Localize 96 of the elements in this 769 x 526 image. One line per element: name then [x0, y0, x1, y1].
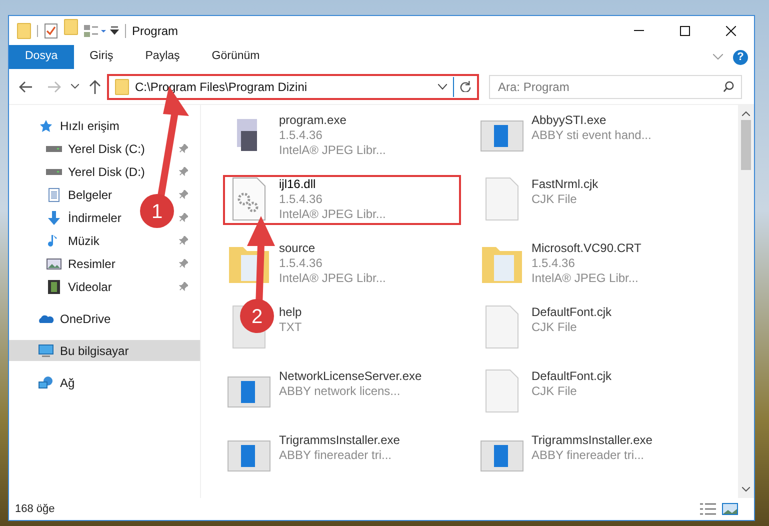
file-detail: ABBY finereader tri...	[532, 448, 645, 463]
file-name[interactable]: source	[279, 241, 386, 256]
file-detail: CJK File	[532, 320, 578, 335]
details-view-icon[interactable]	[700, 503, 716, 515]
file-name[interactable]: Microsoft.VC90.CRT	[532, 241, 642, 256]
nav-item[interactable]: Bu bilgisayar	[38, 342, 129, 360]
nav-label: Bu bilgisayar	[60, 342, 129, 360]
scrollbar[interactable]	[738, 105, 754, 498]
file-name[interactable]: ijl16.dll	[279, 177, 386, 192]
ribbon-tab[interactable]: Görünüm	[196, 45, 276, 69]
nav-label: Müzik	[68, 232, 100, 250]
pin-icon[interactable]	[179, 236, 188, 245]
help-button[interactable]: ?	[733, 50, 748, 64]
file-detail: CJK File	[532, 192, 578, 207]
file-detail: TXT	[279, 320, 302, 335]
nav-item[interactable]: Belgeler	[46, 186, 112, 204]
nav-label: Ağ	[60, 374, 75, 392]
nav-item[interactable]: Ağ	[38, 374, 75, 392]
file-name[interactable]: DefaultFont.cjk	[532, 305, 612, 320]
nav-item[interactable]: Hızlı erişim	[38, 116, 120, 134]
file-detail: IntelA® JPEG Libr...	[532, 271, 640, 286]
new-folder-icon	[64, 18, 78, 34]
nav-label: OneDrive	[60, 310, 111, 328]
back-arrow-icon[interactable]	[19, 80, 33, 92]
star-icon	[38, 118, 54, 132]
file-detail: ABBY network licens...	[279, 384, 402, 399]
nav-label: Resimler	[68, 256, 116, 272]
film-icon	[46, 280, 62, 294]
file-detail: 1.5.4.36	[279, 192, 324, 207]
file-detail: 1.5.4.36	[532, 256, 576, 271]
pin-icon[interactable]	[179, 213, 188, 222]
refresh-icon[interactable]	[460, 81, 471, 92]
chevron-down-icon[interactable]	[742, 487, 750, 492]
file-name[interactable]: AbbyySTI.exe	[532, 113, 652, 128]
nav-item[interactable]: Yerel Disk (C:)	[46, 140, 145, 158]
folder-icon	[115, 78, 129, 94]
drive-icon	[46, 168, 62, 174]
file-name[interactable]: FastNrml.cjk	[532, 177, 598, 192]
ribbon-tab[interactable]: Paylaş	[129, 45, 196, 69]
nav-label: Videolar	[68, 278, 112, 296]
file-detail: IntelA® JPEG Libr...	[279, 207, 386, 222]
nav-label: Belgeler	[68, 186, 112, 204]
file-detail: 1.5.4.36	[279, 128, 324, 143]
thumbnail-view-icon[interactable]	[722, 503, 738, 515]
network-icon	[38, 376, 54, 390]
dropdown-icon[interactable]	[110, 26, 119, 35]
nav-label: Yerel Disk (D:)	[68, 164, 145, 180]
chevron-up-icon[interactable]	[742, 111, 750, 116]
down-arrow-icon	[46, 210, 62, 224]
up-arrow-icon[interactable]	[89, 80, 101, 94]
properties-icon[interactable]	[44, 22, 58, 38]
address-bar[interactable]: C:\Program Files\Program Dizini	[107, 74, 479, 100]
ribbon-tab[interactable]: Dosya	[9, 45, 74, 69]
arrow-callout-drawing: 2	[237, 216, 277, 336]
pin-icon[interactable]	[179, 190, 188, 199]
file-name[interactable]: TrigrammsInstaller.exe	[532, 433, 652, 448]
file-detail: CJK File	[532, 384, 578, 399]
nav-item[interactable]: Müzik	[46, 232, 100, 250]
nav-label: Hızlı erişim	[60, 118, 120, 134]
folder-icon	[17, 22, 31, 38]
nav-item[interactable]: Resimler	[46, 254, 116, 272]
monitor-icon	[38, 344, 54, 358]
scroll-thumb[interactable]	[741, 120, 751, 170]
chevron-down-icon[interactable]	[438, 84, 447, 90]
nav-label: Yerel Disk (C:)	[68, 140, 145, 158]
document-icon	[46, 188, 62, 202]
pin-icon[interactable]	[179, 259, 188, 268]
file-detail: ABBY sti event hand...	[532, 128, 652, 143]
file-name[interactable]: program.exe	[279, 113, 386, 128]
picture-icon	[46, 256, 62, 270]
file-detail: 1.5.4.36	[279, 256, 324, 271]
pin-icon[interactable]	[179, 167, 188, 176]
item-count: 168 öğe	[15, 502, 55, 517]
view-icon[interactable]	[84, 24, 106, 38]
nav-item[interactable]: Yerel Disk (D:)	[46, 162, 145, 180]
address-path: C:\Program Files\Program Dizini	[135, 78, 308, 96]
close-icon[interactable]	[726, 26, 736, 36]
nav-item[interactable]: OneDrive	[38, 310, 111, 328]
pin-icon[interactable]	[179, 144, 188, 153]
ribbon-tab[interactable]: Giriş	[74, 45, 130, 69]
chevron-down-icon[interactable]	[71, 84, 79, 89]
file-name[interactable]: TrigrammsInstaller.exe	[279, 433, 400, 448]
file-detail: IntelA® JPEG Libr...	[279, 143, 386, 158]
nav-item[interactable]: İndirmeler	[46, 208, 122, 226]
drive-icon	[46, 146, 62, 152]
file-name[interactable]: DefaultFont.cjk	[532, 369, 612, 384]
file-detail: ABBY finereader tri...	[279, 448, 392, 463]
search-field[interactable]: Ara: Program	[489, 74, 742, 98]
search-icon[interactable]	[723, 80, 734, 92]
nav-label: İndirmeler	[68, 210, 122, 226]
pin-icon[interactable]	[179, 282, 188, 291]
window-title: Program	[132, 22, 178, 40]
file-detail: IntelA® JPEG Libr...	[279, 271, 386, 286]
file-name[interactable]: help	[279, 305, 302, 320]
file-name[interactable]: NetworkLicenseServer.exe	[279, 369, 422, 384]
nav-item[interactable]: Videolar	[46, 278, 112, 296]
